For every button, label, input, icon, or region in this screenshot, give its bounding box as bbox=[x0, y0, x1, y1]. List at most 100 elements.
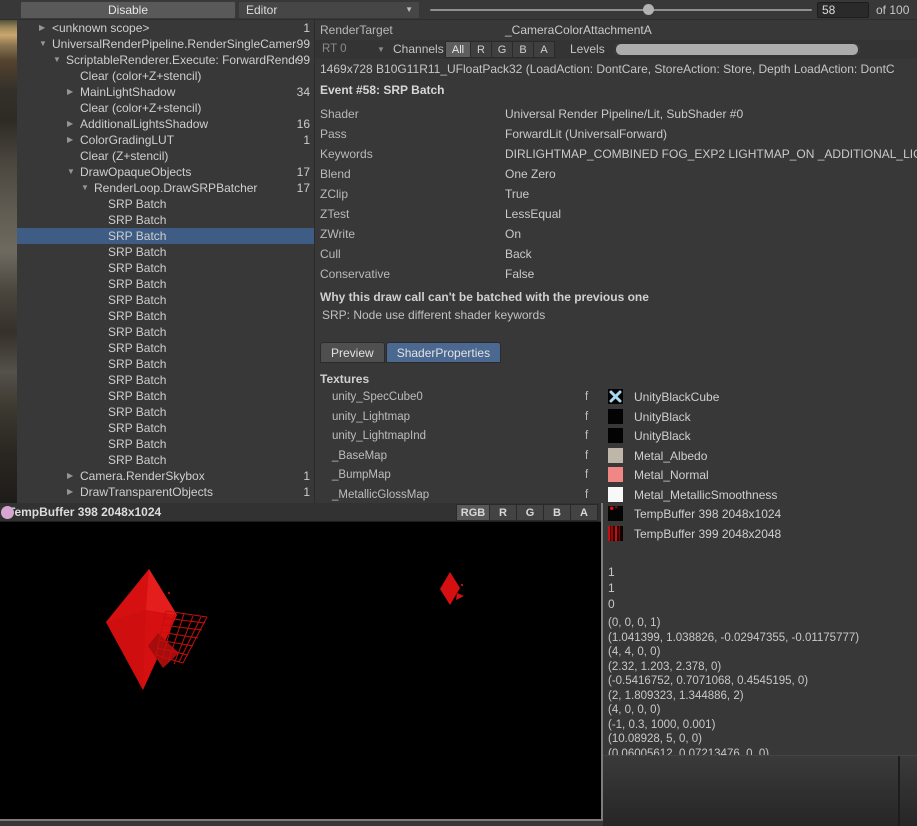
preview-channel-button-b[interactable]: B bbox=[544, 504, 571, 521]
preview-channel-button-g[interactable]: G bbox=[517, 504, 544, 521]
texture-property-name: _BumpMap bbox=[332, 469, 391, 481]
tree-indent-spacer bbox=[67, 100, 80, 116]
chevron-collapsed-icon[interactable]: ▶ bbox=[39, 20, 52, 36]
tree-row[interactable]: ▼UniversalRenderPipeline.RenderSingleCam… bbox=[17, 36, 315, 52]
texture-swatch-white-icon[interactable] bbox=[608, 487, 623, 502]
tree-row[interactable]: SRP Batch bbox=[17, 420, 315, 436]
rt-dropdown[interactable]: RT 0 bbox=[322, 40, 347, 59]
texture-swatch-salmon-icon[interactable] bbox=[608, 467, 623, 482]
chevron-expanded-icon[interactable]: ▼ bbox=[39, 36, 52, 52]
levels-range-slider[interactable] bbox=[614, 44, 860, 55]
tree-row[interactable]: SRP Batch bbox=[17, 244, 315, 260]
channel-button-r[interactable]: R bbox=[471, 41, 492, 58]
chevron-expanded-icon[interactable]: ▼ bbox=[53, 52, 66, 68]
buffer-info-text: 1469x728 B10G11R11_UFloatPack32 (LoadAct… bbox=[320, 62, 917, 76]
texture-swatch-tan-icon[interactable] bbox=[608, 448, 623, 463]
tree-row-label: SRP Batch bbox=[108, 276, 310, 292]
event-slider-track[interactable] bbox=[430, 9, 812, 11]
channel-button-all[interactable]: All bbox=[445, 41, 471, 58]
tab-shaderproperties[interactable]: ShaderProperties bbox=[386, 342, 501, 363]
disable-button[interactable]: Disable bbox=[20, 1, 236, 19]
texture-swatch-temp398-icon[interactable] bbox=[608, 506, 623, 521]
tree-row[interactable]: SRP Batch bbox=[17, 372, 315, 388]
detail-row-label: ZClip bbox=[320, 184, 348, 204]
texture-row[interactable]: _BaseMapfMetal_Albedo bbox=[315, 447, 917, 467]
channel-button-a[interactable]: A bbox=[534, 41, 555, 58]
tree-row[interactable]: ▶<unknown scope>1 bbox=[17, 20, 315, 36]
preview-channel-button-a[interactable]: A bbox=[571, 504, 598, 521]
tree-row[interactable]: ▼ScriptableRenderer.Execute: ForwardRend… bbox=[17, 52, 315, 68]
chevron-collapsed-icon[interactable]: ▶ bbox=[67, 484, 80, 500]
tab-preview[interactable]: Preview bbox=[320, 342, 385, 363]
detail-row-value: LessEqual bbox=[505, 204, 561, 224]
picker-dot-icon bbox=[1, 506, 14, 519]
tree-row[interactable]: SRP Batch bbox=[17, 276, 315, 292]
texture-row[interactable]: unity_SpecCube0fUnityBlackCube bbox=[315, 388, 917, 408]
editor-dropdown[interactable]: Editor ▼ bbox=[238, 1, 420, 19]
tree-indent-spacer bbox=[95, 228, 108, 244]
vector-value: (1.041399, 1.038826, -0.02947355, -0.011… bbox=[608, 631, 859, 646]
tree-row[interactable]: ▶MainLightShadow34 bbox=[17, 84, 315, 100]
tree-row[interactable]: Clear (color+Z+stencil) bbox=[17, 100, 315, 116]
tree-row-label: SRP Batch bbox=[108, 308, 310, 324]
render-target-label: RenderTarget bbox=[320, 22, 393, 38]
tree-row[interactable]: SRP Batch bbox=[17, 452, 315, 468]
tree-row[interactable]: SRP Batch bbox=[17, 404, 315, 420]
tree-row-label: SRP Batch bbox=[108, 356, 310, 372]
tree-row[interactable]: ▶ColorGradingLUT1 bbox=[17, 132, 315, 148]
event-slider-thumb[interactable] bbox=[643, 4, 654, 15]
tree-row-count: 99 bbox=[297, 52, 315, 68]
channel-button-g[interactable]: G bbox=[492, 41, 513, 58]
detail-row: BlendOne Zero bbox=[315, 164, 917, 184]
tree-row[interactable]: SRP Batch bbox=[17, 308, 315, 324]
texture-row[interactable]: _BumpMapfMetal_Normal bbox=[315, 466, 917, 486]
chevron-expanded-icon[interactable]: ▼ bbox=[67, 164, 80, 180]
tree-indent-spacer bbox=[95, 436, 108, 452]
tree-indent-spacer bbox=[95, 260, 108, 276]
detail-row-value: On bbox=[505, 224, 521, 244]
tree-row[interactable]: SRP Batch bbox=[17, 324, 315, 340]
chevron-collapsed-icon[interactable]: ▶ bbox=[67, 132, 80, 148]
tree-row[interactable]: Clear (Z+stencil) bbox=[17, 148, 315, 164]
tree-row-label: SRP Batch bbox=[108, 420, 310, 436]
texture-swatch-black-icon[interactable] bbox=[608, 409, 623, 424]
tree-row[interactable]: ▶DrawTransparentObjects1 bbox=[17, 484, 315, 500]
tree-row[interactable]: SRP Batch bbox=[17, 260, 315, 276]
texture-row[interactable]: unity_LightmapIndfUnityBlack bbox=[315, 427, 917, 447]
tree-row[interactable]: SRP Batch bbox=[17, 292, 315, 308]
tree-row[interactable]: SRP Batch bbox=[17, 340, 315, 356]
chevron-collapsed-icon[interactable]: ▶ bbox=[67, 468, 80, 484]
levels-label: Levels bbox=[570, 40, 605, 59]
texture-flag: f bbox=[585, 391, 588, 403]
texture-flag: f bbox=[585, 411, 588, 423]
scene-background-sliver bbox=[0, 0, 17, 503]
tree-row[interactable]: ▶Camera.RenderSkybox1 bbox=[17, 468, 315, 484]
tree-row[interactable]: SRP Batch bbox=[17, 228, 315, 244]
tree-row[interactable]: ▼RenderLoop.DrawSRPBatcher17 bbox=[17, 180, 315, 196]
tree-row[interactable]: SRP Batch bbox=[17, 388, 315, 404]
tree-row[interactable]: SRP Batch bbox=[17, 436, 315, 452]
tree-row[interactable]: SRP Batch bbox=[17, 212, 315, 228]
tree-row[interactable]: ▶AdditionalLightsShadow16 bbox=[17, 116, 315, 132]
chevron-collapsed-icon[interactable]: ▶ bbox=[67, 116, 80, 132]
event-number-input[interactable]: 58 bbox=[817, 2, 869, 18]
texture-asset-name: UnityBlack bbox=[634, 429, 691, 443]
tree-row[interactable]: SRP Batch bbox=[17, 196, 315, 212]
vector-value: (10.08928, 5, 0, 0) bbox=[608, 732, 859, 747]
chevron-collapsed-icon[interactable]: ▶ bbox=[67, 84, 80, 100]
chevron-expanded-icon[interactable]: ▼ bbox=[81, 180, 94, 196]
detail-row-label: Keywords bbox=[320, 144, 373, 164]
texture-swatch-blackcube-icon[interactable] bbox=[608, 389, 623, 404]
texture-swatch-temp399-icon[interactable] bbox=[608, 526, 623, 541]
texture-row[interactable]: unity_LightmapfUnityBlack bbox=[315, 408, 917, 428]
texture-swatch-black-icon[interactable] bbox=[608, 428, 623, 443]
preview-channel-button-rgb[interactable]: RGB bbox=[456, 504, 490, 521]
preview-channel-button-r[interactable]: R bbox=[490, 504, 517, 521]
detail-row-label: ZTest bbox=[320, 204, 349, 224]
tree-row-label: SRP Batch bbox=[108, 372, 310, 388]
tree-row[interactable]: SRP Batch bbox=[17, 356, 315, 372]
tree-row[interactable]: ▼DrawOpaqueObjects17 bbox=[17, 164, 315, 180]
channel-button-b[interactable]: B bbox=[513, 41, 534, 58]
tree-row[interactable]: Clear (color+Z+stencil) bbox=[17, 68, 315, 84]
tree-row-count: 17 bbox=[297, 164, 315, 180]
